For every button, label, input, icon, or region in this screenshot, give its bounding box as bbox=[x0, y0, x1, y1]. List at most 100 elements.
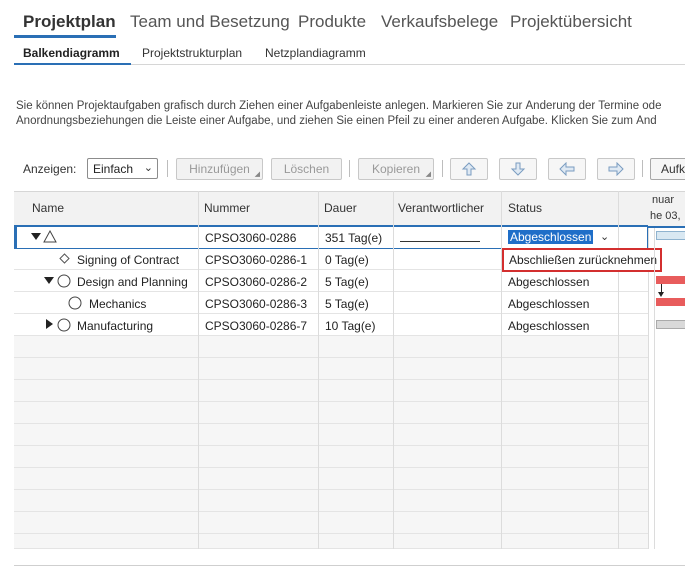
arrow-down-icon bbox=[510, 162, 526, 176]
collapse-triangle-icon[interactable] bbox=[44, 277, 54, 285]
toolbar-separator bbox=[442, 160, 443, 177]
column-header-responsible[interactable]: Verantwortlicher bbox=[398, 201, 484, 215]
active-subtab-indicator bbox=[14, 63, 131, 65]
cell-status: Abgeschlossen bbox=[508, 319, 590, 333]
column-divider bbox=[318, 191, 319, 549]
tab-projektplan[interactable]: Projektplan bbox=[23, 12, 116, 32]
cell-number: CPSO3060-0286 bbox=[205, 231, 297, 245]
cell-number: CPSO3060-0286-2 bbox=[205, 275, 308, 289]
view-select[interactable]: Einfach ⌄ bbox=[87, 158, 158, 179]
description-line-2: Anordnungsbeziehungen die Leiste einer A… bbox=[16, 115, 657, 127]
table-row-empty bbox=[14, 512, 648, 534]
table-row-empty bbox=[14, 358, 648, 380]
add-button[interactable]: Hinzufügen ◢ bbox=[176, 158, 263, 180]
active-tab-indicator bbox=[14, 35, 116, 38]
cell-status: Abgeschlossen bbox=[508, 297, 590, 311]
arrow-up-icon bbox=[461, 162, 477, 176]
column-header-name[interactable]: Name bbox=[32, 201, 64, 215]
toolbar-separator bbox=[349, 160, 350, 177]
cell-duration: 10 Tag(e) bbox=[325, 319, 376, 333]
tab-team-und-besetzung[interactable]: Team und Besetzung bbox=[130, 12, 290, 32]
move-up-button[interactable] bbox=[450, 158, 488, 180]
subtab-balkendiagramm[interactable]: Balkendiagramm bbox=[23, 46, 120, 60]
column-divider bbox=[618, 191, 619, 549]
gantt-week-label: he 03, bbox=[650, 210, 681, 222]
table-row-empty bbox=[14, 424, 648, 446]
cell-duration: 0 Tag(e) bbox=[325, 253, 369, 267]
toolbar-separator bbox=[167, 160, 168, 177]
status-dropdown-option[interactable]: Abschließen zurücknehmen bbox=[502, 248, 662, 272]
chevron-down-icon: ⌄ bbox=[143, 162, 153, 174]
subtab-projektstrukturplan[interactable]: Projektstrukturplan bbox=[142, 46, 242, 60]
gantt-bar-manufacturing[interactable] bbox=[656, 320, 685, 329]
cell-number: CPSO3060-0286-1 bbox=[205, 253, 308, 267]
tab-verkaufsbelege[interactable]: Verkaufsbelege bbox=[381, 12, 498, 32]
column-divider bbox=[501, 191, 502, 549]
task-circle-icon bbox=[68, 296, 82, 310]
move-down-button[interactable] bbox=[499, 158, 537, 180]
cell-name: Signing of Contract bbox=[77, 253, 180, 267]
gantt-bar-design[interactable] bbox=[656, 276, 685, 284]
column-header-status[interactable]: Status bbox=[508, 201, 542, 215]
task-circle-icon bbox=[57, 274, 71, 288]
copy-button[interactable]: Kopieren ◢ bbox=[358, 158, 434, 180]
table-row-empty bbox=[14, 336, 648, 358]
truncated-button-label: Aufk bbox=[661, 162, 685, 176]
menu-corner-icon: ◢ bbox=[425, 171, 431, 178]
table-row-empty bbox=[14, 446, 648, 468]
dependency-arrow-icon bbox=[658, 292, 664, 297]
arrow-left-icon bbox=[559, 162, 575, 176]
column-header-number[interactable]: Nummer bbox=[204, 201, 250, 215]
gantt-month-label: nuar bbox=[652, 194, 675, 206]
tab-projektuebersicht[interactable]: Projektübersicht bbox=[510, 12, 632, 32]
status-select-value[interactable]: Abgeschlossen bbox=[508, 230, 594, 244]
cell-name: Manufacturing bbox=[77, 319, 154, 333]
gantt-bar-mechanics[interactable] bbox=[656, 298, 685, 306]
table-row-empty bbox=[14, 402, 648, 424]
collapse-triangle-icon[interactable] bbox=[31, 233, 41, 241]
description-line-1: Sie können Projektaufgaben grafisch durc… bbox=[16, 100, 662, 112]
delete-button[interactable]: Löschen bbox=[271, 158, 342, 180]
gantt-chart[interactable]: nuar he 03, bbox=[648, 191, 685, 549]
table-row-empty bbox=[14, 490, 648, 512]
delete-button-label: Löschen bbox=[283, 162, 330, 176]
cell-status: Abgeschlossen bbox=[508, 275, 590, 289]
cell-duration: 5 Tag(e) bbox=[325, 297, 369, 311]
milestone-diamond-icon bbox=[59, 253, 70, 264]
subtab-netzplandiagramm[interactable]: Netzplandiagramm bbox=[265, 46, 366, 60]
table-row-empty bbox=[14, 468, 648, 490]
column-header-duration[interactable]: Dauer bbox=[324, 201, 357, 215]
expand-triangle-icon[interactable] bbox=[46, 319, 54, 329]
truncated-toolbar-button[interactable]: Aufk bbox=[650, 158, 685, 180]
arrow-right-icon bbox=[608, 162, 624, 176]
cell-name: Mechanics bbox=[89, 297, 147, 311]
gantt-header-week: he 03, bbox=[648, 209, 685, 227]
show-label: Anzeigen: bbox=[23, 162, 77, 176]
table-row-empty bbox=[14, 380, 648, 402]
cell-number: CPSO3060-0286-3 bbox=[205, 297, 308, 311]
cell-name: Design and Planning bbox=[77, 275, 188, 289]
gantt-bar-project[interactable] bbox=[656, 231, 685, 240]
chevron-down-icon[interactable]: ⌄ bbox=[600, 230, 609, 243]
cell-duration: 351 Tag(e) bbox=[325, 231, 383, 245]
bottom-divider bbox=[14, 565, 685, 566]
gantt-gridline bbox=[654, 228, 655, 549]
tab-produkte[interactable]: Produkte bbox=[298, 12, 366, 32]
move-right-button[interactable] bbox=[597, 158, 635, 180]
project-triangle-icon bbox=[43, 230, 57, 243]
cell-duration: 5 Tag(e) bbox=[325, 275, 369, 289]
move-left-button[interactable] bbox=[548, 158, 586, 180]
task-circle-icon bbox=[57, 318, 71, 332]
column-divider bbox=[393, 191, 394, 549]
column-divider bbox=[198, 191, 199, 549]
menu-corner-icon: ◢ bbox=[254, 171, 260, 178]
main-tab-bar: Projektplan Team und Besetzung Produkte … bbox=[0, 0, 685, 38]
add-button-label: Hinzufügen bbox=[189, 162, 250, 176]
copy-button-label: Kopieren bbox=[371, 162, 421, 176]
gantt-header-month: nuar bbox=[648, 191, 685, 209]
toolbar-separator bbox=[642, 160, 643, 177]
table-row-empty bbox=[14, 534, 648, 549]
responsible-input[interactable] bbox=[400, 241, 480, 242]
view-select-value: Einfach bbox=[93, 162, 134, 176]
cell-number: CPSO3060-0286-7 bbox=[205, 319, 308, 333]
